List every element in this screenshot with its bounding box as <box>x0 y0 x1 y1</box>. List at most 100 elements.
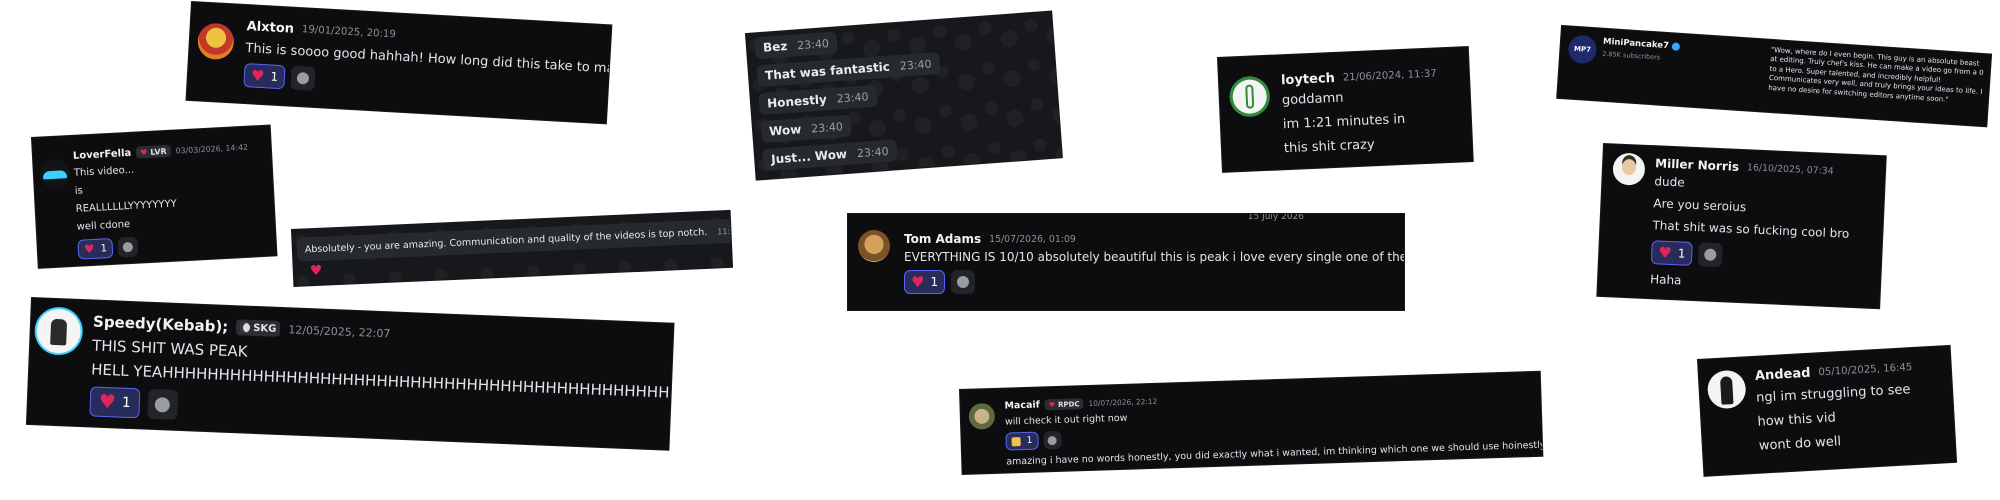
testimonial-text: "Wow, where do I even begin. This guy is… <box>1768 45 1984 104</box>
reaction-heart[interactable]: ♥ 1 <box>77 237 114 260</box>
timestamp: 03/03/2026, 14:42 <box>175 142 249 155</box>
add-reaction-button[interactable] <box>147 388 179 420</box>
channel-name[interactable]: MiniPancake7 <box>1603 37 1670 51</box>
heart-icon: ♥ <box>98 390 117 414</box>
message-line: well cdone <box>76 218 131 233</box>
avatar[interactable] <box>968 402 996 430</box>
add-reaction-button[interactable] <box>951 270 976 294</box>
message-bubble: Bez 23:40 <box>754 31 838 60</box>
reaction-heart[interactable]: ♥ 1 <box>1650 240 1693 266</box>
avatar[interactable] <box>39 158 71 190</box>
comment-card-andead: Andead 05/10/2025, 16:45 ngl im struggli… <box>1698 345 1957 476</box>
message-line: REALLLLLLYYYYYYYY <box>75 198 178 215</box>
comment-card-tom: 15 July 2026 Tom Adams 15/07/2026, 01:09… <box>848 214 1404 310</box>
comment-card-speedy: Speedy(Kebab); SKG 12/05/2025, 22:07 THI… <box>26 298 674 450</box>
add-reaction-button[interactable] <box>1043 430 1062 450</box>
server-tag: SKG <box>235 319 281 337</box>
reaction-heart[interactable]: ♥ 1 <box>904 270 946 294</box>
comment-card-loytech: loytech 21/06/2024, 11:37 goddamn im 1:2… <box>1218 47 1473 172</box>
smiley-icon <box>296 71 310 85</box>
message-text-2: amazing i have no words honestly, you di… <box>1006 439 1543 468</box>
username[interactable]: loytech <box>1281 71 1335 88</box>
timestamp: 23:40 <box>856 144 890 160</box>
chat-card-absolutely: Absolutely - you are amazing. Communicat… <box>292 210 733 286</box>
avatar[interactable] <box>35 308 82 354</box>
heart-icon: ♥ <box>139 147 148 157</box>
message-line: is <box>74 185 84 197</box>
avatar[interactable] <box>1612 152 1646 186</box>
heart-icon: ♥ <box>250 66 265 86</box>
reaction-count: 1 <box>1026 435 1033 446</box>
timestamp: 23:40 <box>810 119 844 135</box>
reaction-thumbs-up[interactable]: 1 <box>1005 431 1039 451</box>
logo-mark-icon <box>1245 84 1255 109</box>
message-text: Just... Wow <box>770 146 848 167</box>
reaction-heart[interactable]: ♥ 1 <box>89 386 141 419</box>
username[interactable]: Alxton <box>246 19 294 37</box>
comment-card-loverfella: LoverFella ♥ LVR 03/03/2026, 14:42 This v… <box>32 125 277 268</box>
server-tag: ♥ RPDC <box>1044 398 1084 411</box>
message-line: wont do well <box>1758 434 1842 454</box>
chat-card-bez: Bez 23:40 That was fantastic 23:40 Hones… <box>746 11 1062 180</box>
avatar[interactable] <box>858 230 890 262</box>
username[interactable]: Miller Norris <box>1655 156 1739 174</box>
comment-card-miller: Miller Norris 16/10/2025, 07:34 dude Are… <box>1597 144 1886 309</box>
avatar[interactable]: MP7 <box>1567 34 1598 65</box>
smiley-icon <box>155 396 171 413</box>
heart-icon: ♥ <box>911 273 925 291</box>
verified-icon <box>1671 42 1681 51</box>
avatar-figure <box>1719 376 1734 405</box>
message-text: That was fantastic <box>764 59 891 83</box>
username[interactable]: Speedy(Kebab); <box>93 312 229 335</box>
message-bubble: Absolutely - you are amazing. Communicat… <box>296 218 733 262</box>
add-reaction-button[interactable] <box>117 236 139 258</box>
message-line: Haha <box>1649 272 1682 288</box>
heart-icon: ♥ <box>309 262 323 280</box>
username[interactable]: LoverFella <box>73 147 132 161</box>
message-line: Are you seroius <box>1653 196 1747 215</box>
timestamp: 10/07/2026, 22:12 <box>1088 396 1158 408</box>
avatar[interactable] <box>1706 369 1747 410</box>
avatar-face <box>1621 158 1637 176</box>
reaction-count: 1 <box>1677 246 1686 261</box>
message-line: This video... <box>73 164 135 179</box>
timestamp: 16/10/2025, 07:34 <box>1746 161 1834 177</box>
timestamp: 12/05/2025, 22:07 <box>288 322 391 340</box>
heart-icon: ♥ <box>1048 400 1056 409</box>
reaction-heart[interactable]: ♥ 1 <box>243 63 286 90</box>
avatar[interactable] <box>196 22 235 61</box>
timestamp: 05/10/2025, 16:45 <box>1818 362 1913 379</box>
message-line: HELL YEAHHHHHHHHHHHHHHHHHHHHHHHHHHHHHHHH… <box>90 360 674 404</box>
reaction-count: 1 <box>121 394 132 412</box>
mustache-icon <box>42 170 68 180</box>
message-line: That shit was so fucking cool bro <box>1652 218 1850 241</box>
reaction-count: 1 <box>100 242 108 255</box>
message-line: THIS SHIT WAS PEAK <box>91 336 248 361</box>
add-reaction-button[interactable] <box>1697 242 1723 268</box>
thumbs-up-icon <box>1011 436 1021 446</box>
message-text: Honestly <box>766 92 828 111</box>
username[interactable]: Tom Adams <box>904 232 981 246</box>
timestamp: 21/06/2024, 11:37 <box>1342 68 1437 84</box>
date-divider: 15 July 2026 <box>1247 214 1304 222</box>
reaction-count: 1 <box>270 69 279 84</box>
username[interactable]: Andead <box>1755 366 1811 384</box>
avatar[interactable] <box>1228 75 1271 118</box>
timestamp: 11:00 <box>717 225 733 236</box>
message-text: Wow <box>768 122 802 139</box>
smiley-icon <box>1704 248 1717 262</box>
message-line: this shit crazy <box>1283 137 1375 157</box>
avatar-figure <box>50 318 68 346</box>
server-tag: ♥ LVR <box>135 144 171 159</box>
add-reaction-button[interactable] <box>290 65 316 91</box>
message-bubble: Just... Wow 23:40 <box>762 139 898 172</box>
timestamp: 23:40 <box>796 36 830 52</box>
username[interactable]: Macaif <box>1004 400 1040 412</box>
timestamp: 19/01/2025, 20:19 <box>301 24 397 41</box>
subscriber-count: 2.85K subscribers <box>1601 49 1661 62</box>
comment-card-alxton: Alxton 19/01/2025, 20:19 This is soooo g… <box>186 2 612 124</box>
reaction-count: 1 <box>930 275 939 289</box>
message-text: Bez <box>762 39 788 55</box>
message-line: goddamn <box>1281 90 1344 109</box>
panda-icon <box>240 322 251 333</box>
